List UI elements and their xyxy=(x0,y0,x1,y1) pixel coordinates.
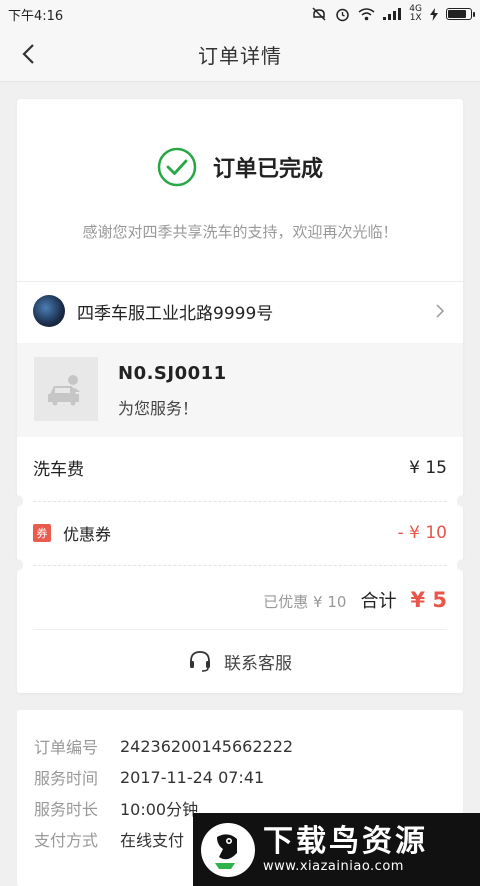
service-number: N0.SJ0011 xyxy=(118,363,227,384)
watermark-url: www.xiazainiao.com xyxy=(263,859,404,874)
watermark-title: 下载鸟资源 xyxy=(263,824,428,859)
contact-service-label: 联系客服 xyxy=(224,653,292,674)
order-status: 订单已完成 xyxy=(17,147,463,187)
info-row-order-number: 订单编号 24236200145662222 xyxy=(34,734,293,758)
check-circle-icon xyxy=(157,147,197,187)
ticket-notch xyxy=(457,559,469,571)
contact-service-button[interactable]: 联系客服 xyxy=(17,639,463,683)
watermark-texts: 下载鸟资源 www.xiazainiao.com xyxy=(263,824,428,875)
info-label: 订单编号 xyxy=(34,738,99,757)
total-label: 合计 xyxy=(360,591,397,612)
site-watermark: 下载鸟资源 www.xiazainiao.com xyxy=(193,813,480,886)
status-icons: 4G 1X xyxy=(311,4,475,23)
info-label: 支付方式 xyxy=(34,831,99,850)
back-button[interactable] xyxy=(14,40,42,68)
service-message: 为您服务！ xyxy=(118,399,199,418)
info-value: 24236200145662222 xyxy=(120,736,294,756)
page-title: 订单详情 xyxy=(198,44,282,68)
chevron-left-icon xyxy=(22,44,34,64)
alarm-icon xyxy=(336,8,350,21)
network-type: 4G 1X xyxy=(409,4,422,23)
coupon-label: 优惠券 xyxy=(63,525,112,544)
wash-fee-row: 洗车费 ¥ 15 xyxy=(33,455,447,481)
total-value: ¥ 5 xyxy=(410,588,447,612)
order-card: 订单已完成 感谢您对四季共享洗车的支持，欢迎再次光临！ 四季车服工业北路9999… xyxy=(11,99,469,693)
dashed-divider xyxy=(33,565,447,566)
divider xyxy=(33,629,447,630)
info-row-duration: 服务时长 10:00分钟 xyxy=(34,796,198,820)
order-status-title: 订单已完成 xyxy=(212,157,323,182)
info-row-service-time: 服务时间 2017-11-24 07:41 xyxy=(34,765,264,789)
info-value: 2017-11-24 07:41 xyxy=(120,767,265,787)
thanks-message: 感谢您对四季共享洗车的支持，欢迎再次光临！ xyxy=(82,223,398,241)
saved-amount: 已优惠 ¥ 10 xyxy=(263,593,347,611)
car-wash-icon xyxy=(48,375,80,406)
ticket-notch xyxy=(11,495,23,507)
info-label: 服务时间 xyxy=(34,769,99,788)
coupon-value: - ¥ 10 xyxy=(397,523,447,543)
bird-logo-icon xyxy=(215,833,237,869)
battery-icon xyxy=(446,8,475,20)
signal-icon xyxy=(383,8,402,20)
chevron-right-icon xyxy=(436,304,445,318)
ticket-notch xyxy=(457,495,469,507)
service-box: N0.SJ0011 为您服务！ xyxy=(17,343,463,437)
wifi-icon xyxy=(358,7,375,20)
info-label: 服务时长 xyxy=(34,800,99,819)
headset-icon xyxy=(190,651,210,672)
dashed-divider xyxy=(33,501,447,502)
info-value: 10:00分钟 xyxy=(120,800,199,819)
mute-icon xyxy=(312,7,326,21)
wash-fee-label: 洗车费 xyxy=(33,460,84,480)
info-row-payment: 支付方式 在线支付 xyxy=(34,827,184,851)
store-name: 四季车服工业北路9999号 xyxy=(77,303,274,324)
staff-avatar xyxy=(34,357,98,421)
total-row: 已优惠 ¥ 10 合计 ¥ 5 xyxy=(263,587,447,613)
coupon-label-group: 券 优惠券 xyxy=(33,521,111,545)
status-time: 下午4:16 xyxy=(8,8,64,24)
watermark-logo xyxy=(201,822,255,877)
coupon-row[interactable]: 券 优惠券 - ¥ 10 xyxy=(33,521,447,545)
store-row[interactable]: 四季车服工业北路9999号 xyxy=(17,281,463,341)
charging-icon xyxy=(430,7,438,21)
status-bar: 下午4:16 4G 1X xyxy=(0,0,480,28)
info-value: 在线支付 xyxy=(120,831,185,850)
wash-fee-value: ¥ 15 xyxy=(409,457,447,478)
nav-header: 订单详情 xyxy=(0,28,480,82)
coupon-icon: 券 xyxy=(33,524,51,542)
ticket-notch xyxy=(11,559,23,571)
store-avatar xyxy=(33,295,65,327)
